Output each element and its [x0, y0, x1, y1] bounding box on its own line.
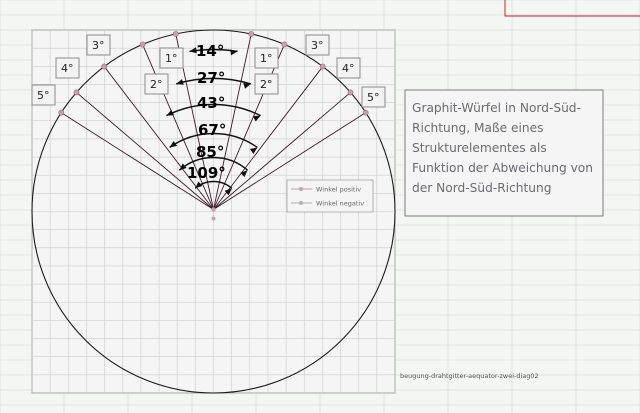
- caption-line-3: Strukturelementes als: [412, 141, 547, 155]
- angle-value-label: 27°: [197, 69, 225, 87]
- file-name-label: beugung-drahtgitter-aequator-zwei-diag02: [400, 372, 539, 380]
- angle-value-label: 109°: [187, 164, 226, 182]
- deviation-label-text: 3°: [92, 39, 105, 52]
- ray-endpoint: [73, 89, 80, 96]
- legend[interactable]: Winkel positiv Winkel negativ: [286, 179, 374, 213]
- ray-endpoint: [139, 41, 146, 48]
- origin-marker-negative: [211, 216, 216, 221]
- spreadsheet-canvas: 5°4°3°2°1° 1°2°3°4°5° 14°27°43°67°85°109°…: [0, 0, 640, 413]
- ray-endpoint: [362, 109, 369, 116]
- ray-endpoint: [319, 63, 326, 70]
- ray-endpoint: [172, 31, 179, 37]
- deviation-label-text: 3°: [311, 39, 324, 52]
- deviation-label-text: 1°: [165, 52, 178, 65]
- deviation-label-text: 2°: [150, 78, 163, 91]
- deviation-label-text: 2°: [260, 78, 273, 91]
- deviation-label-text: 1°: [260, 52, 273, 65]
- angle-value-label: 85°: [196, 143, 224, 161]
- ray-endpoint: [248, 31, 255, 37]
- deviation-label-text: 5°: [367, 91, 380, 104]
- deviation-label-box: 4°: [55, 57, 80, 79]
- deviation-label-box: 1°: [159, 47, 184, 69]
- angle-value-label: 67°: [198, 121, 226, 139]
- caption-line-2: Richtung, Maße eines: [412, 121, 543, 135]
- deviation-label-box: 1°: [254, 47, 279, 69]
- deviation-label-text: 5°: [37, 89, 50, 102]
- selection-corner: [504, 0, 640, 17]
- angle-value-label: 14°: [196, 42, 224, 60]
- caption-line-1: Graphit-Würfel in Nord-Süd-: [412, 101, 581, 115]
- angle-value-label: 43°: [197, 94, 225, 112]
- origin-marker: [211, 207, 216, 212]
- legend-label-positive: Winkel positiv: [316, 186, 361, 194]
- ray-endpoint: [58, 109, 65, 116]
- deviation-label-box: 2°: [254, 73, 279, 95]
- ray-endpoint: [101, 63, 108, 70]
- caption-line-4: Funktion der Abweichung von: [412, 161, 593, 175]
- ray-endpoint: [347, 89, 354, 96]
- legend-marker-positive: [299, 187, 303, 191]
- ray-endpoint: [281, 41, 288, 48]
- caption-textbox[interactable]: Graphit-Würfel in Nord-Süd- Richtung, Ma…: [404, 89, 604, 217]
- deviation-label-box: 5°: [31, 84, 56, 106]
- deviation-label-box: 4°: [336, 57, 361, 79]
- deviation-label-box: 3°: [305, 34, 330, 56]
- legend-marker-negative: [299, 201, 303, 205]
- deviation-label-text: 4°: [61, 62, 74, 75]
- deviation-label-text: 4°: [342, 62, 355, 75]
- caption-line-5: der Nord-Süd-Richtung: [412, 181, 551, 195]
- deviation-label-box: 2°: [144, 73, 169, 95]
- legend-label-negative: Winkel negativ: [316, 200, 364, 208]
- deviation-label-box: 3°: [86, 34, 111, 56]
- deviation-label-box: 5°: [361, 86, 386, 108]
